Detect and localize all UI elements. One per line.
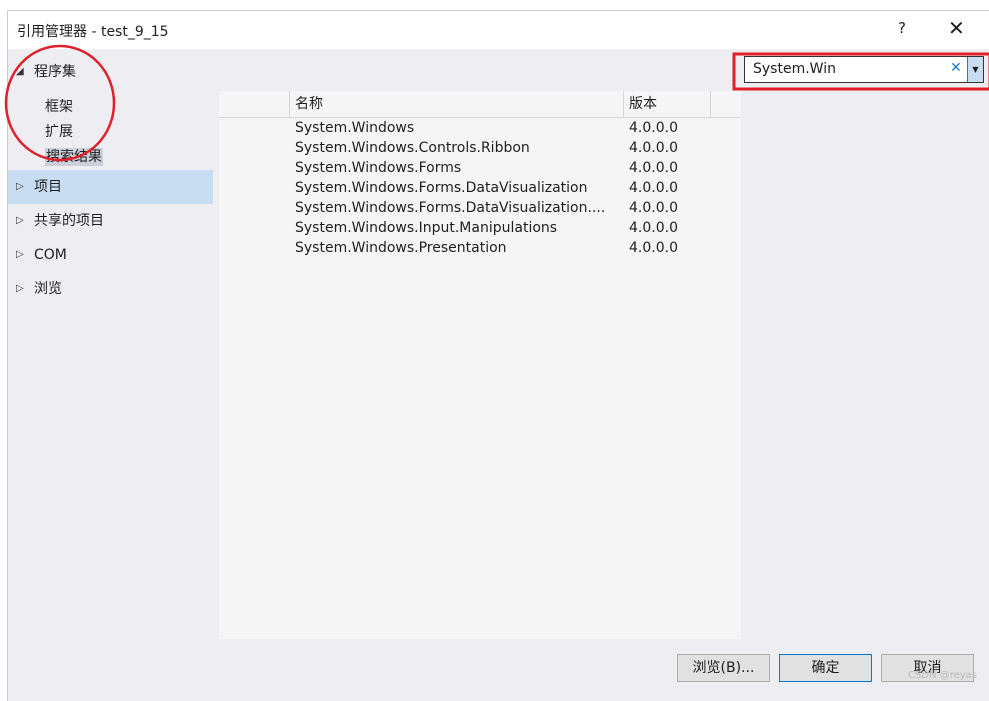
help-button[interactable]: ? — [898, 19, 906, 37]
list-header: 名称 版本 — [219, 91, 740, 118]
category-tree: ◢ 程序集 框架 扩展 搜索结果 ▷ 项目 ▷ 共享的项目 ▷ COM ▷ 浏览 — [8, 55, 213, 306]
node-label: COM — [34, 247, 67, 263]
close-button[interactable]: ✕ — [948, 16, 965, 40]
clear-search-icon[interactable]: ✕ — [950, 60, 962, 76]
collapsed-triangle-icon: ▷ — [16, 283, 24, 294]
assembly-name: System.Windows.Input.Manipulations — [295, 220, 558, 236]
table-row[interactable]: System.Windows.Input.Manipulations 4.0.0.… — [219, 218, 740, 238]
search-input[interactable] — [751, 60, 950, 78]
assembly-version: 4.0.0.0 — [629, 120, 678, 136]
collapsed-triangle-icon: ▷ — [16, 249, 24, 260]
window-title: 引用管理器 - test_9_15 — [17, 24, 169, 40]
node-label: 浏览 — [34, 281, 62, 297]
column-header-checkbox[interactable] — [219, 91, 290, 117]
item-label: 框架 — [45, 99, 73, 115]
assembly-name: System.Windows.Presentation — [295, 240, 507, 256]
assembly-name: System.Windows — [295, 120, 415, 136]
assembly-name: System.Windows.Controls.Ribbon — [295, 140, 530, 156]
table-row[interactable]: System.Windows.Controls.Ribbon 4.0.0.0 — [219, 138, 740, 158]
ok-button[interactable]: 确定 — [779, 654, 872, 682]
assembly-name: System.Windows.Forms.DataVisualization..… — [295, 200, 606, 216]
tree-node-assemblies[interactable]: ◢ 程序集 — [8, 55, 213, 89]
assembly-version: 4.0.0.0 — [629, 180, 678, 196]
title-bar: 引用管理器 - test_9_15 ? ✕ — [8, 11, 989, 49]
assembly-name: System.Windows.Forms.DataVisualization — [295, 180, 588, 196]
assembly-version: 4.0.0.0 — [629, 240, 678, 256]
table-row[interactable]: System.Windows.Presentation 4.0.0.0 — [219, 238, 740, 258]
reference-manager-dialog: 引用管理器 - test_9_15 ? ✕ ◢ 程序集 框架 扩展 搜索结果 ▷ 项… — [7, 10, 989, 701]
node-label: 共享的项目 — [34, 213, 104, 229]
tree-node-com[interactable]: ▷ COM — [8, 238, 213, 272]
browse-button[interactable]: 浏览(B)... — [677, 654, 770, 682]
tree-item-search-results[interactable]: 搜索结果 — [8, 145, 213, 170]
assembly-version: 4.0.0.0 — [629, 160, 678, 176]
table-row[interactable]: System.Windows 4.0.0.0 — [219, 118, 740, 138]
tree-node-shared-projects[interactable]: ▷ 共享的项目 — [8, 204, 213, 238]
expanded-triangle-icon: ◢ — [16, 66, 24, 77]
watermark: CSDN @reyas — [908, 670, 977, 681]
column-header-name[interactable]: 名称 — [290, 91, 624, 117]
assembly-version: 4.0.0.0 — [629, 220, 678, 236]
assembly-version: 4.0.0.0 — [629, 140, 678, 156]
search-dropdown-button[interactable]: ▼ — [967, 57, 983, 82]
tree-node-browse[interactable]: ▷ 浏览 — [8, 272, 213, 306]
assembly-version: 4.0.0.0 — [629, 200, 678, 216]
assembly-name: System.Windows.Forms — [295, 160, 462, 176]
collapsed-triangle-icon: ▷ — [16, 215, 24, 226]
collapsed-triangle-icon: ▷ — [16, 181, 24, 192]
node-label: 项目 — [34, 179, 62, 195]
tree-item-framework[interactable]: 框架 — [8, 95, 213, 120]
table-row[interactable]: System.Windows.Forms.DataVisualization 4.… — [219, 178, 740, 198]
search-box: ✕ ▼ — [744, 56, 984, 83]
table-row[interactable]: System.Windows.Forms.DataVisualization..… — [219, 198, 740, 218]
column-header-version[interactable]: 版本 — [624, 91, 711, 117]
node-label: 程序集 — [34, 64, 76, 80]
item-label: 扩展 — [45, 124, 73, 140]
tree-item-extensions[interactable]: 扩展 — [8, 120, 213, 145]
tree-node-projects[interactable]: ▷ 项目 — [8, 170, 213, 204]
assembly-list: 名称 版本 System.Windows 4.0.0.0 System.Window… — [219, 91, 741, 639]
item-label: 搜索结果 — [45, 148, 103, 166]
table-row[interactable]: System.Windows.Forms 4.0.0.0 — [219, 158, 740, 178]
